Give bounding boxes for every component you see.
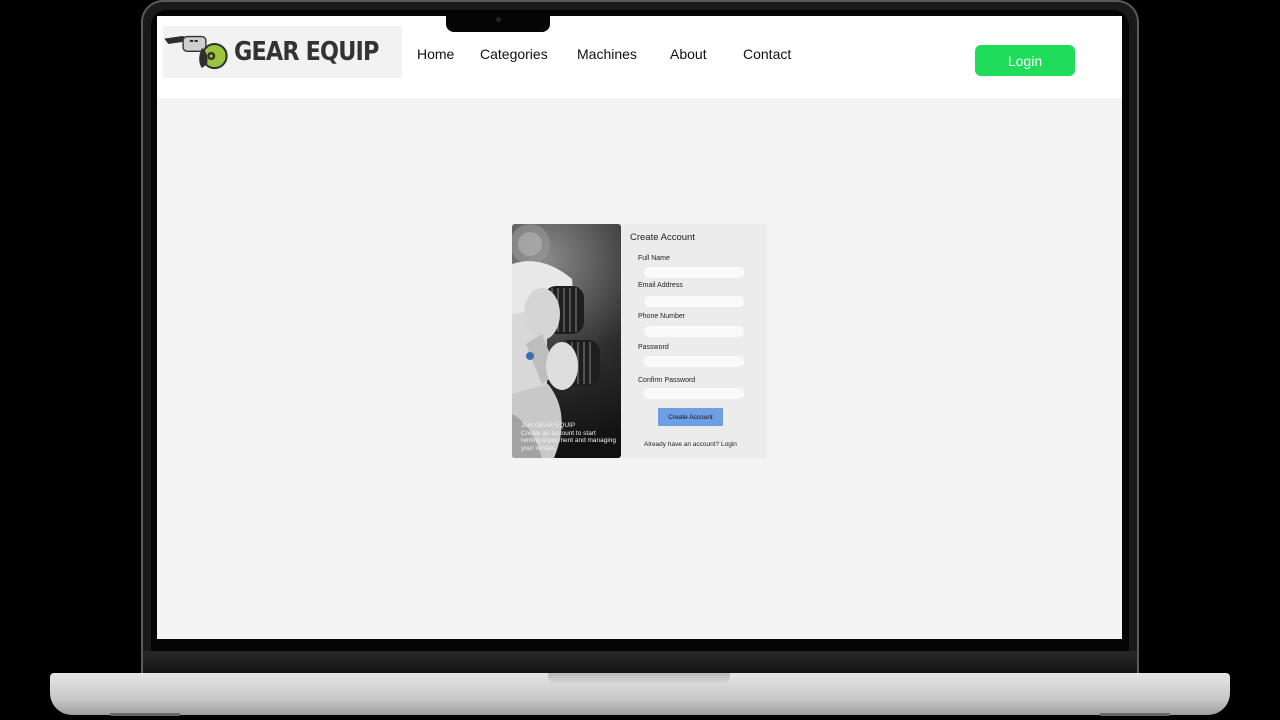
nav-categories[interactable]: Categories (480, 46, 548, 62)
angle-grinder-icon (164, 35, 228, 70)
nav-home[interactable]: Home (417, 46, 454, 62)
base-notch (548, 673, 730, 685)
image-caption-text: Create an account to start renting equip… (521, 429, 617, 452)
brand-logo-link[interactable]: GEAR EQUIP (163, 26, 402, 78)
email-input[interactable] (644, 296, 744, 307)
nav-about[interactable]: About (670, 46, 707, 62)
image-caption: Join GEAR EQUIP Create an account to sta… (521, 422, 617, 452)
signup-card: Join GEAR EQUIP Create an account to sta… (512, 224, 767, 458)
phone-input[interactable] (644, 326, 744, 337)
nav-contact[interactable]: Contact (743, 46, 791, 62)
login-link[interactable]: Login (721, 441, 737, 448)
laptop-foot-left (110, 713, 180, 716)
form-title: Create Account (630, 232, 695, 243)
nav-machines[interactable]: Machines (577, 46, 637, 62)
login-button[interactable]: Login (975, 45, 1075, 76)
camera-notch (446, 14, 550, 32)
laptop-foot-right (1100, 713, 1170, 716)
login-prompt-text: Already have an account? (644, 441, 720, 448)
camera-icon (496, 17, 501, 22)
password-label: Password (638, 344, 669, 351)
create-account-button[interactable]: Create Account (658, 408, 723, 426)
screen: GEAR EQUIP Home Categories Machines Abou… (157, 16, 1122, 639)
navbar: GEAR EQUIP Home Categories Machines Abou… (157, 16, 1122, 98)
brand-name: GEAR EQUIP (233, 37, 379, 67)
laptop-base (50, 673, 1230, 716)
login-prompt: Already have an account? Login (644, 441, 737, 448)
full-name-label: Full Name (638, 255, 670, 262)
confirm-password-input[interactable] (644, 388, 744, 399)
laptop-chin (143, 651, 1137, 675)
password-input[interactable] (644, 356, 744, 367)
phone-label: Phone Number (638, 313, 686, 320)
image-caption-title: Join GEAR EQUIP (521, 422, 576, 429)
full-name-input[interactable] (644, 267, 744, 278)
confirm-password-label: Confirm Password (638, 377, 696, 384)
email-label: Email Address (638, 282, 683, 289)
robot-image: Join GEAR EQUIP Create an account to sta… (512, 224, 621, 458)
